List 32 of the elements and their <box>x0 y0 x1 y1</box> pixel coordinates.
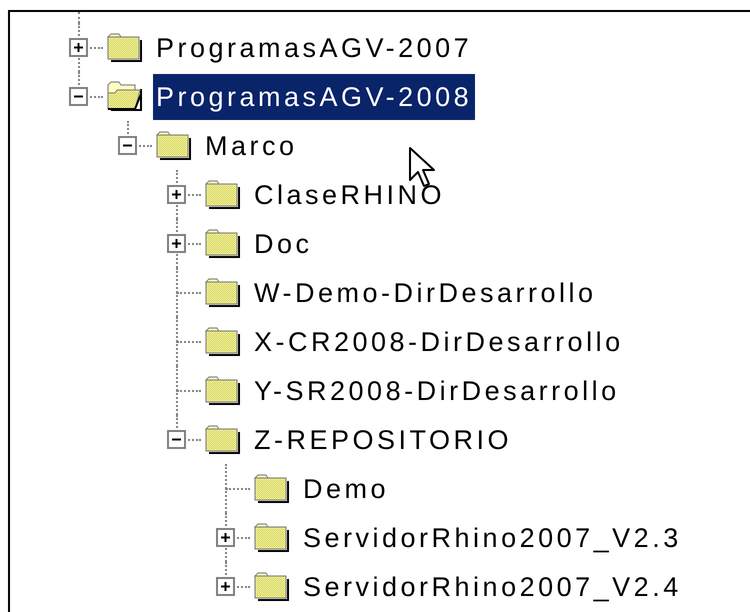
folder-label[interactable]: W-Demo-DirDesarrollo <box>251 270 600 316</box>
collapse-icon[interactable] <box>167 430 186 449</box>
folder-icon <box>205 178 241 210</box>
open-folder-icon <box>107 80 143 112</box>
folder-label[interactable]: Marco <box>202 122 301 168</box>
collapse-icon[interactable] <box>118 136 137 155</box>
folder-label[interactable]: ServidorRhino2007_V2.4 <box>300 564 685 610</box>
folder-label[interactable]: Z-REPOSITORIO <box>251 416 516 462</box>
folder-label[interactable]: X-CR2008-DirDesarrollo <box>251 318 627 364</box>
folder-label[interactable]: Doc <box>251 220 316 266</box>
expand-icon[interactable] <box>216 577 235 596</box>
folder-label[interactable]: Y-SR2008-DirDesarrollo <box>251 368 623 414</box>
folder-icon <box>205 374 241 406</box>
folder-label[interactable]: ProgramasAGV-2008 <box>153 74 476 120</box>
folder-icon <box>254 522 290 554</box>
folder-label[interactable]: ClaseRHINO <box>251 172 448 218</box>
collapse-icon[interactable] <box>69 87 88 106</box>
expand-icon[interactable] <box>167 185 186 204</box>
folder-icon <box>156 130 192 162</box>
folder-label[interactable]: ProgramasAGV-2007 <box>153 24 476 70</box>
folder-icon <box>205 228 241 260</box>
folder-label[interactable]: Demo <box>300 466 392 512</box>
folder-icon <box>107 32 143 64</box>
expand-icon[interactable] <box>167 234 186 253</box>
folder-label[interactable]: ServidorRhino2007_V2.3 <box>300 514 685 560</box>
folder-icon <box>254 472 290 504</box>
folder-icon <box>205 276 241 308</box>
folder-icon <box>205 424 241 456</box>
folder-icon <box>205 326 241 358</box>
folder-icon <box>254 570 290 602</box>
expand-icon[interactable] <box>216 528 235 547</box>
expand-icon[interactable] <box>69 38 88 57</box>
